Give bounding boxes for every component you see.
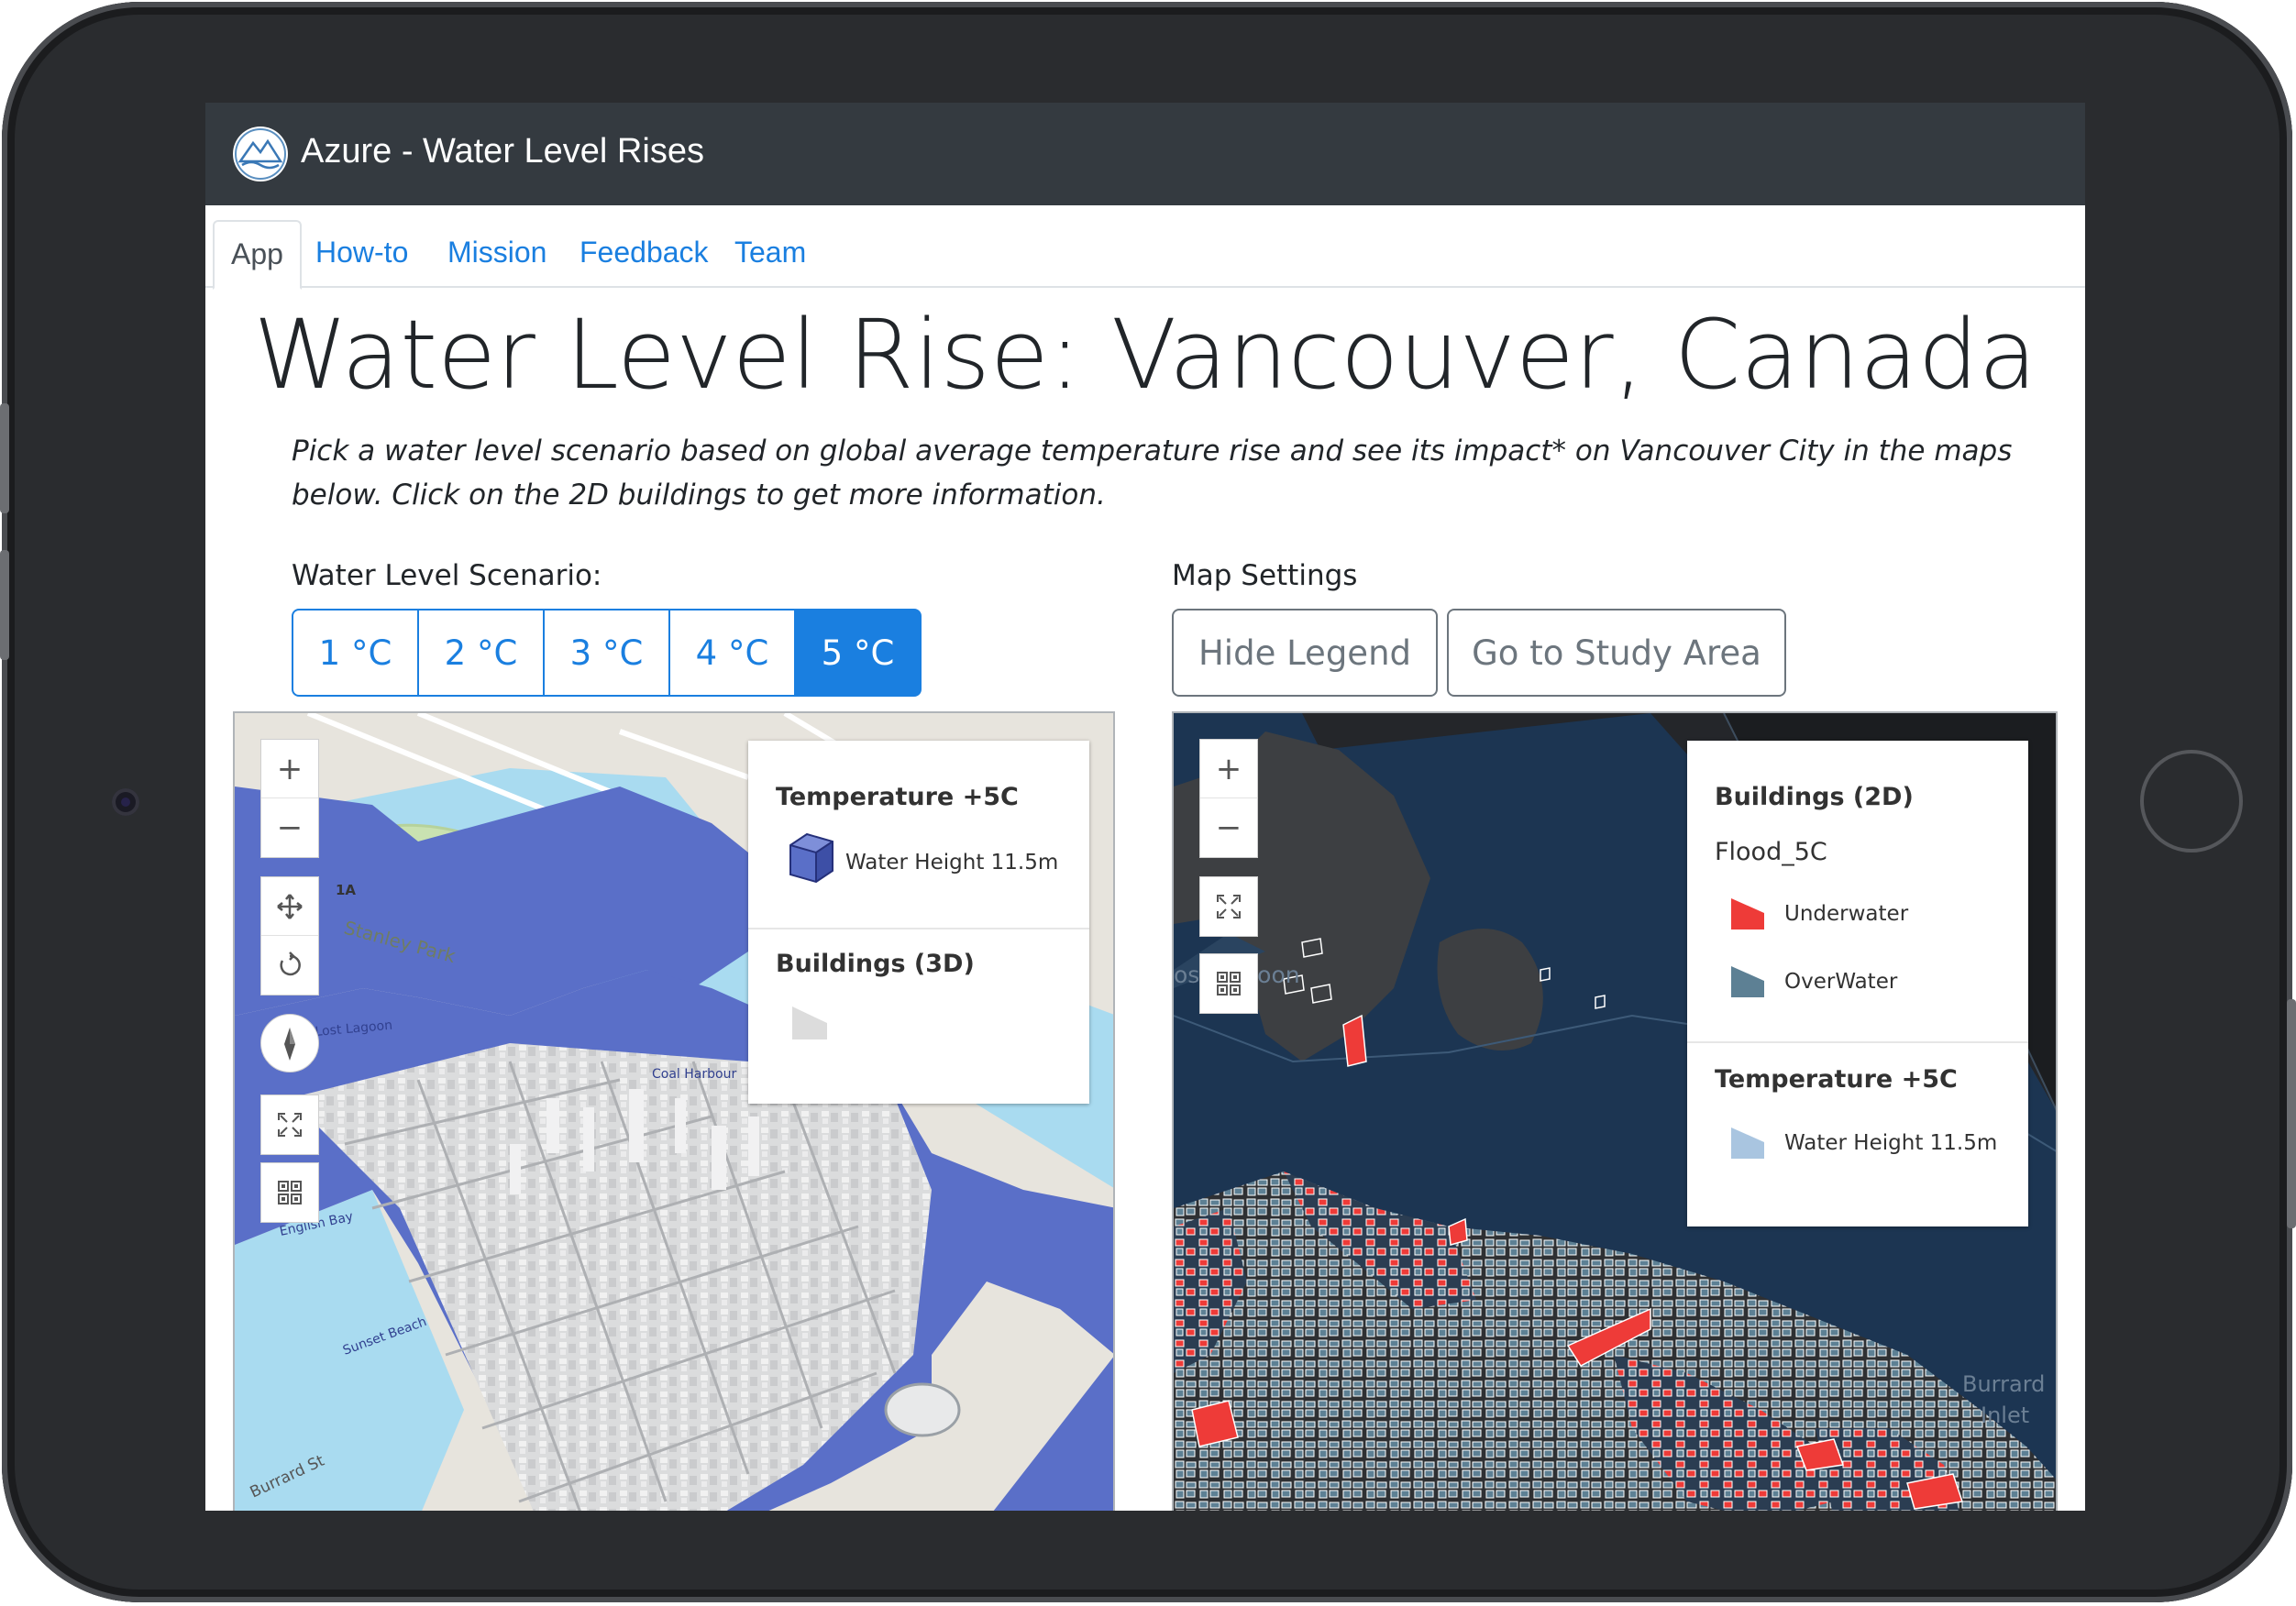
- qr-control-2d: [1199, 953, 1258, 1014]
- volume-up-button: [0, 403, 9, 513]
- home-button: [2140, 750, 2243, 852]
- qr-code-icon[interactable]: [261, 1163, 318, 1222]
- navbar: Azure - Water Level Rises: [205, 103, 2085, 205]
- scenario-5c-button[interactable]: 5 °C: [794, 609, 922, 697]
- water-height-swatch-icon: [1731, 1128, 1764, 1159]
- scenario-button-group: 1 °C 2 °C 3 °C 4 °C 5 °C: [292, 609, 922, 697]
- nav-tabs: App How-to Mission Feedback Team: [205, 205, 2085, 290]
- qr-code-icon[interactable]: [1200, 954, 1257, 1013]
- app-title[interactable]: Azure - Water Level Rises: [301, 132, 704, 171]
- zoom-in-button-2d[interactable]: +: [1200, 740, 1257, 798]
- label-route-1a: 1A: [336, 882, 356, 898]
- go-to-study-area-button[interactable]: Go to Study Area: [1447, 609, 1786, 697]
- scenario-label: Water Level Scenario:: [292, 559, 602, 592]
- legend-overwater-label: OverWater: [1784, 970, 1898, 994]
- zoom-controls: + −: [260, 739, 319, 858]
- tab-mission[interactable]: Mission: [447, 220, 546, 286]
- legend-water-height-label: Water Height 11.5m: [845, 851, 1059, 874]
- scenario-2c-button[interactable]: 2 °C: [417, 609, 545, 697]
- fullscreen-control-2d: [1199, 876, 1258, 937]
- label-inlet: Inlet: [1981, 1402, 2029, 1428]
- legend-buildings-2d-title: Buildings (2D): [1715, 783, 1914, 811]
- legend-temperature-title: Temperature +5C: [776, 783, 1019, 811]
- page-title: Water Level Rise: Vancouver, Canada: [253, 299, 2037, 411]
- fullscreen-icon[interactable]: [261, 1095, 318, 1154]
- zoom-controls-2d: + −: [1199, 739, 1258, 858]
- scenario-3c-button[interactable]: 3 °C: [543, 609, 670, 697]
- legend-3d: Temperature +5C Water Height 11.5m Build…: [748, 741, 1089, 1104]
- front-camera: [112, 788, 139, 816]
- tab-how-to[interactable]: How-to: [315, 220, 408, 286]
- navigation-controls: [260, 876, 319, 996]
- legend-underwater-label: Underwater: [1784, 902, 1909, 926]
- legend-divider: [1687, 1041, 2028, 1043]
- overwater-swatch-icon: [1731, 966, 1764, 997]
- tab-feedback[interactable]: Feedback: [580, 220, 709, 286]
- legend-temperature-title-2d: Temperature +5C: [1715, 1065, 1958, 1094]
- fullscreen-icon[interactable]: [1200, 877, 1257, 936]
- tab-team[interactable]: Team: [734, 220, 806, 286]
- compass-icon[interactable]: [261, 1015, 318, 1072]
- label-coal-harbour: Coal Harbour: [652, 1067, 736, 1082]
- compass-control: [260, 1014, 319, 1072]
- pan-icon[interactable]: [261, 877, 318, 936]
- legend-divider: [748, 928, 1089, 930]
- zoom-in-button[interactable]: +: [261, 740, 318, 798]
- label-burrard: Burrard: [1962, 1371, 2045, 1397]
- legend-water-height-label-2d: Water Height 11.5m: [1784, 1131, 1998, 1155]
- map-settings-label: Map Settings: [1172, 559, 1358, 592]
- legend-flood-layer: Flood_5C: [1715, 838, 1827, 866]
- map-3d[interactable]: Stanley Park 1A Lost Lagoon Coal Harbour…: [233, 711, 1115, 1511]
- legend-2d: Buildings (2D) Flood_5C Underwater OverW…: [1687, 741, 2028, 1226]
- side-button: [2287, 999, 2296, 1228]
- legend-buildings-3d-title: Buildings (3D): [776, 950, 975, 978]
- rotate-icon[interactable]: [261, 936, 318, 995]
- page-intro: Pick a water level scenario based on glo…: [292, 434, 2013, 512]
- building-3d-icon: [792, 1006, 827, 1040]
- azure-mountain-logo-icon[interactable]: [233, 126, 288, 182]
- volume-down-button: [0, 550, 9, 660]
- tab-app[interactable]: App: [213, 220, 302, 290]
- hide-legend-button[interactable]: Hide Legend: [1172, 609, 1438, 697]
- scenario-4c-button[interactable]: 4 °C: [668, 609, 796, 697]
- zoom-out-button[interactable]: −: [261, 798, 318, 857]
- zoom-out-button-2d[interactable]: −: [1200, 798, 1257, 857]
- map-2d[interactable]: ost Lagoon Burrard Inlet + − Buildings (…: [1172, 711, 2058, 1511]
- underwater-swatch-icon: [1731, 898, 1764, 930]
- qr-control: [260, 1162, 319, 1223]
- water-height-3d-icon: [789, 832, 833, 884]
- scenario-1c-button[interactable]: 1 °C: [292, 609, 419, 697]
- fullscreen-control: [260, 1094, 319, 1155]
- screen: Azure - Water Level Rises App How-to Mis…: [205, 103, 2085, 1511]
